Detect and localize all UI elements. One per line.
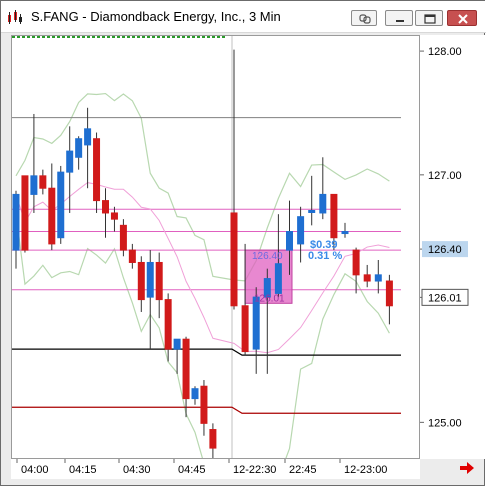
candle-down [209,429,217,449]
close-button[interactable] [447,10,477,26]
time-tick-label: 04:00 [21,464,49,476]
candle-up [374,274,382,282]
candle-down [230,212,238,307]
tooltip-price2: 126.01 [254,293,285,304]
link-icon [359,14,371,24]
price-tick-label: 126.40 [428,244,462,256]
minimize-button[interactable] [385,10,413,26]
link-button[interactable] [351,10,377,26]
candle-down [164,299,172,350]
candle-up [84,128,92,146]
level-line [12,348,401,356]
candle-down [21,175,29,251]
candle-down [363,274,371,282]
time-tick-label: 22:45 [289,464,317,476]
maximize-icon [424,14,436,24]
candle-up [173,338,181,350]
app-chart-icon [8,10,22,24]
candle-down [128,249,136,263]
tooltip-percent: 0.31 % [308,250,342,262]
candle-down [110,212,118,220]
chart-window: S.FANG - Diamondback Energy, Inc., 3 Min [0,0,486,487]
candle-up [146,261,154,298]
price-tick-label: 127.00 [428,170,462,182]
time-tick-label: 12-23:00 [344,464,387,476]
candle-down [119,224,127,251]
candle-down [93,138,101,202]
candle-up [319,193,327,214]
tooltip-price: 126.40 [252,251,283,262]
candle-down [200,385,208,424]
candle-down [352,249,360,276]
maximize-button[interactable] [415,10,443,26]
candle-down [241,305,249,353]
price-tick-label: 125.00 [428,417,462,429]
candle-up [191,388,199,400]
time-axis-labels: 04:00 04:15 04:30 04:45 12-22:30 22:45 12-23:0… [16,459,387,476]
candle-down [102,200,109,214]
candle-down [48,187,56,245]
candle-up [57,171,65,239]
candle-up [75,138,83,158]
time-tick-label: 12-22:30 [233,464,276,476]
price-chart[interactable]: 126.40$0.390.31 %126.01 [12,36,419,487]
price-tick-label: 126.01 [428,292,462,304]
time-tick-label: 04:45 [178,464,206,476]
minimize-icon [396,20,404,22]
candle-up [297,216,305,245]
candle-up [66,150,74,173]
candle-up [12,193,20,251]
candle-up [252,296,260,350]
time-tick-label: 04:30 [123,464,151,476]
title-bar[interactable]: S.FANG - Diamondback Energy, Inc., 3 Min [1,1,486,33]
candle-up [286,231,293,251]
time-tick-label: 04:15 [69,464,97,476]
time-axis[interactable]: 04:00 04:15 04:30 04:45 12-22:30 22:45 12-23:0… [11,459,420,479]
price-tick-label: 128.00 [428,46,462,58]
candle-down [330,193,338,239]
candle-down [39,175,47,189]
scroll-right-arrow-icon[interactable] [458,460,476,476]
candle-up [30,175,38,195]
candle-up [274,263,282,294]
price-axis[interactable]: 128.00 127.00 126.40 126.01 125.00 [420,35,486,459]
candle-up [308,209,316,213]
chart-plot-area[interactable]: 126.40 $0.39 0.31 % 126.01 [11,35,420,487]
window-title: S.FANG - Diamondback Energy, Inc., 3 Min [31,9,281,24]
candle-down [137,261,145,301]
candle-down [385,280,393,307]
candle-down [182,338,190,400]
candle-down [155,261,163,301]
price-axis-labels: 128.00 127.00 126.40 126.01 125.00 [420,46,469,429]
close-icon [458,14,468,24]
candle-up [341,231,349,235]
